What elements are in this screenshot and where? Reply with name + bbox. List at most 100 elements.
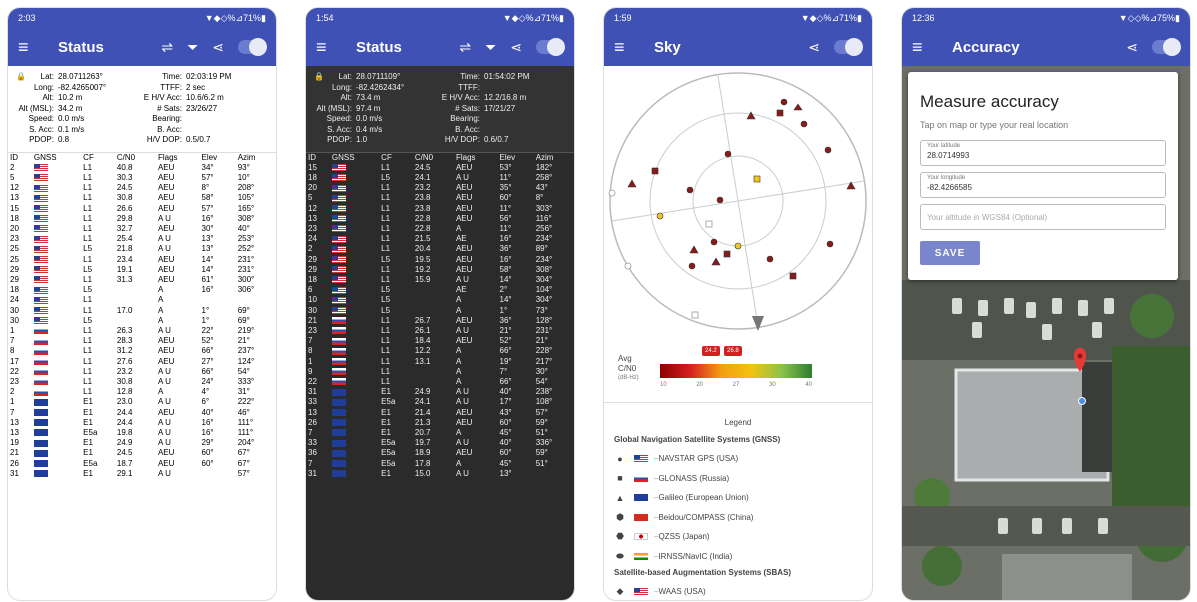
table-cell: A U <box>157 366 171 376</box>
column-header[interactable]: C/N0 <box>413 153 454 163</box>
share-icon[interactable]: ⋖ <box>1126 39 1138 56</box>
table-row: 13 E5a 19.8 A U 16° 111° <box>8 428 276 438</box>
flag-icon <box>331 357 346 365</box>
table-cell: 12 <box>10 183 19 193</box>
altitude-field[interactable]: Your altitude in WGS84 (Optional) <box>920 204 1166 230</box>
column-header[interactable]: C/N0 <box>115 153 156 163</box>
table-row: 2 L1 20.4 AEU 36° 89° <box>306 244 574 254</box>
save-button[interactable]: SAVE <box>920 241 980 265</box>
table-cell: 21.5 <box>414 234 431 244</box>
column-header[interactable]: Azim <box>534 153 574 163</box>
table-row: 5 L1 30.3 AEU 57° 10° <box>8 173 276 183</box>
gps-toggle[interactable] <box>238 38 267 56</box>
table-cell: 23 <box>308 223 317 233</box>
filter-icon[interactable]: ⏷ <box>485 39 496 56</box>
gps-toggle[interactable] <box>536 38 565 56</box>
info-label: Long: <box>331 82 352 92</box>
legend-title: Legend <box>724 418 752 427</box>
table-cell: 333° <box>237 376 255 386</box>
column-header[interactable]: GNSS <box>330 153 379 163</box>
table-cell: 12.8 <box>116 387 133 397</box>
table-row: 33 E5a 19.7 A U 40° 336° <box>306 438 574 448</box>
table-cell: 32.7 <box>116 223 133 233</box>
flag-icon <box>33 449 48 457</box>
table-cell: L5 <box>83 264 93 274</box>
table-cell: 23 <box>10 234 19 244</box>
column-header[interactable]: ID <box>8 153 32 163</box>
table-cell: 4° <box>201 387 210 397</box>
sky-plot-svg <box>608 72 867 331</box>
column-header[interactable]: ID <box>306 153 330 163</box>
table-cell: 24.1 <box>414 172 431 182</box>
sort-icon[interactable]: ⇌ <box>161 39 173 56</box>
table-cell: 23.8 <box>414 203 431 213</box>
column-header[interactable]: CF <box>379 153 413 163</box>
column-header[interactable]: Flags <box>454 153 498 163</box>
table-row: 7 L1 28.3 AEU 52° 21° <box>8 336 276 346</box>
column-header[interactable]: CF <box>81 153 115 163</box>
table-cell: 46° <box>237 407 250 417</box>
table-cell: L5 <box>381 172 391 182</box>
menu-icon[interactable]: ≡ <box>912 37 934 58</box>
table-cell: AEU <box>157 407 175 417</box>
table-cell: E1 <box>83 438 93 448</box>
longitude-label: Your longitude <box>927 175 966 181</box>
phone-accuracy-screen: 12:36 ▼◇◇%⊿75%▮ ≡ Accuracy ⋖ Measure acc… <box>902 8 1190 600</box>
flag-icon <box>33 419 48 427</box>
info-value: 2 sec <box>186 82 206 92</box>
gps-toggle[interactable] <box>834 38 863 56</box>
table-cell: A U <box>455 468 469 478</box>
info-row: S. Acc: 0.1 m/s B. Acc: <box>16 125 268 136</box>
table-cell: 30 <box>10 315 19 325</box>
location-dot-icon <box>1078 397 1086 405</box>
latitude-field[interactable]: Your latitude 28.0714993 <box>920 140 1166 166</box>
share-icon[interactable]: ⋖ <box>510 39 522 56</box>
flag-icon <box>331 439 346 447</box>
filter-icon[interactable]: ⏷ <box>187 39 198 56</box>
table-cell: 24.9 <box>116 438 133 448</box>
table-cell: 22.8 <box>414 213 431 223</box>
table-cell: 24.4 <box>116 417 133 427</box>
menu-icon[interactable]: ≡ <box>614 37 636 58</box>
flag-icon <box>33 337 48 345</box>
gps-toggle[interactable] <box>1152 38 1181 56</box>
column-header[interactable]: Azim <box>236 153 276 163</box>
table-cell: 182° <box>535 162 553 172</box>
table-cell: 24.9 <box>414 387 431 397</box>
cell-gnss <box>32 193 81 203</box>
column-header[interactable]: Elev <box>498 153 534 163</box>
table-row: 1 E1 23.0 A U 6° 222° <box>8 397 276 407</box>
table-cell: L1 <box>381 193 391 203</box>
column-header[interactable]: Elev <box>200 153 236 163</box>
info-value <box>186 125 268 136</box>
table-cell: 15.9 <box>414 274 431 284</box>
table-row: 8 L1 31.2 AEU 66° 237° <box>8 346 276 356</box>
table-row: 23 L1 30.8 A U 24° 333° <box>8 377 276 387</box>
flag-icon <box>331 164 346 172</box>
menu-icon[interactable]: ≡ <box>18 37 40 58</box>
flag-icon <box>331 215 346 223</box>
share-icon[interactable]: ⋖ <box>212 39 224 56</box>
cell-gnss <box>32 306 81 316</box>
share-icon[interactable]: ⋖ <box>808 39 820 56</box>
table-cell: 43° <box>499 407 512 417</box>
column-header[interactable]: Flags <box>156 153 200 163</box>
table-cell: 18.4 <box>414 336 431 346</box>
table-cell: 7 <box>10 336 15 346</box>
flag-icon <box>33 266 48 274</box>
column-header[interactable]: GNSS <box>32 153 81 163</box>
table-row: 21 E1 24.5 AEU 60° 67° <box>8 448 276 458</box>
info-label: Speed: <box>28 114 54 123</box>
sort-icon[interactable]: ⇌ <box>459 39 471 56</box>
menu-icon[interactable]: ≡ <box>316 37 338 58</box>
fix-info-panel: 🔒 Lat: 28.0711263° Time: 02:03:19 PM Long: -8… <box>8 66 276 153</box>
status-icons: ▼◆◇%⊿71%▮ <box>502 12 564 23</box>
table-cell: E1 <box>83 397 93 407</box>
table-cell: A <box>455 305 462 315</box>
flag-icon <box>33 255 48 263</box>
longitude-field[interactable]: Your longitude -82.4266585 <box>920 172 1166 198</box>
table-row: 30 L5 A 1° 69° <box>8 316 276 326</box>
table-row: 1 L1 13.1 A 19° 217° <box>306 357 574 367</box>
table-row: 22 L1 A 66° 54° <box>306 377 574 387</box>
table-cell: 21 <box>308 315 317 325</box>
